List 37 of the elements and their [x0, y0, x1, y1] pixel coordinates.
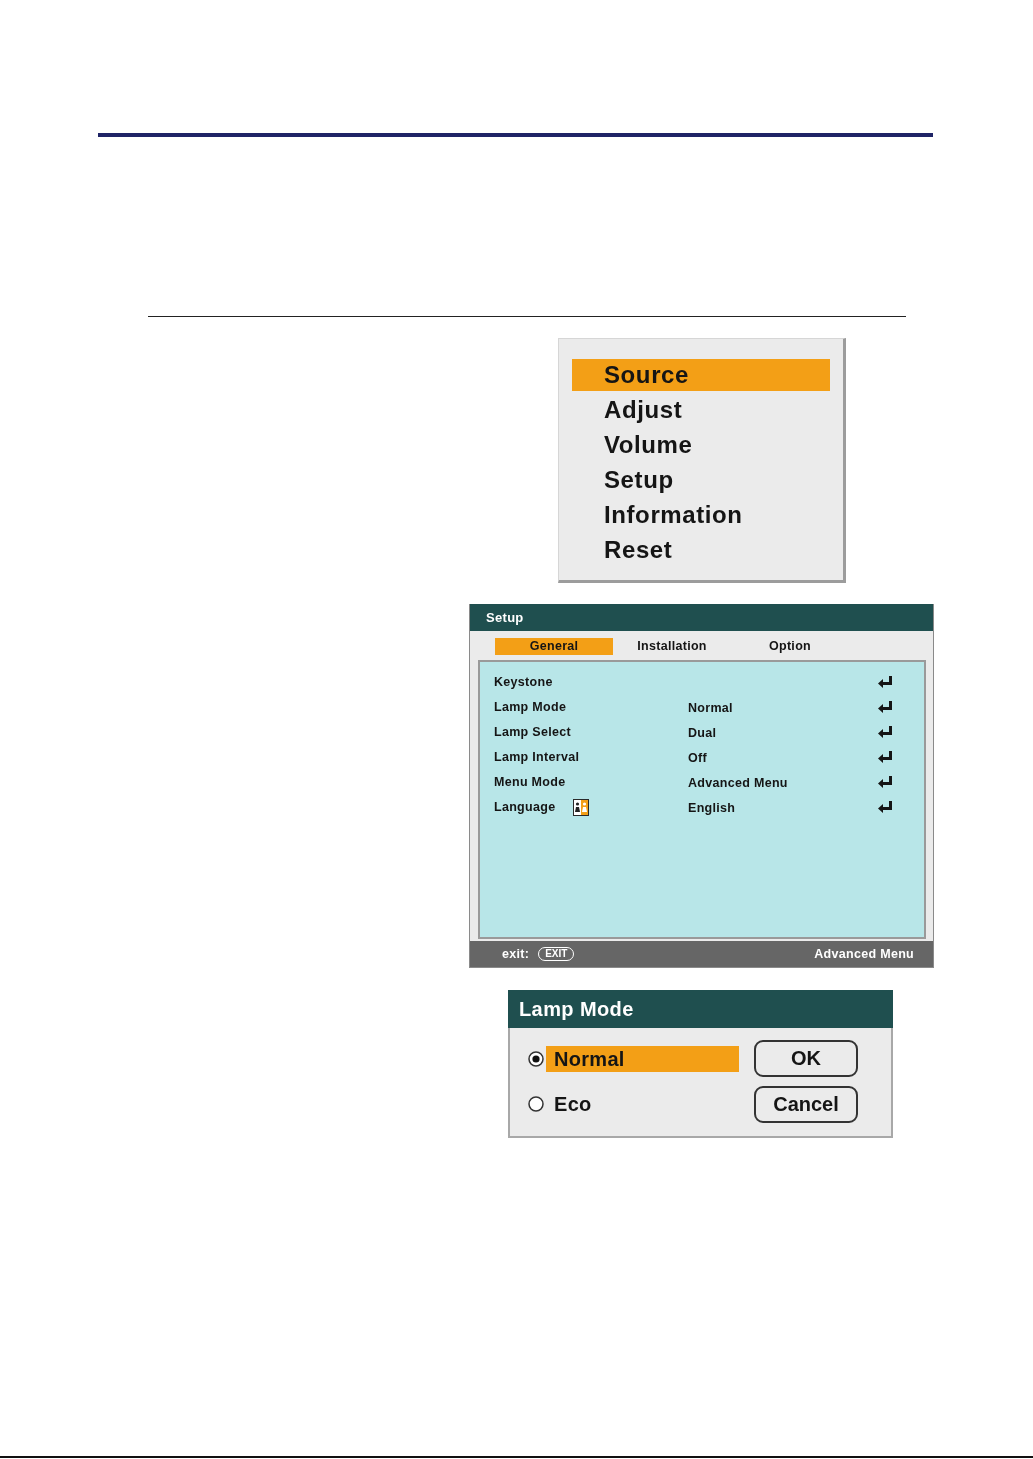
dialog-button[interactable]: Cancel	[754, 1086, 858, 1123]
setting-label[interactable]: Lamp Select	[494, 723, 571, 742]
enter-icon	[878, 726, 892, 739]
window-title: Setup	[470, 604, 933, 631]
radio-button[interactable]	[528, 1051, 544, 1067]
setting-label[interactable]: Language	[494, 798, 556, 817]
setting-value: Off	[688, 751, 707, 766]
setting-value: Dual	[688, 726, 717, 741]
enter-icon	[878, 751, 892, 764]
menu-item[interactable]: Adjust	[572, 394, 830, 426]
setting-label[interactable]: Lamp Mode	[494, 698, 567, 717]
split-tile-icon	[573, 798, 590, 816]
tab[interactable]: General	[495, 638, 613, 655]
setting-label[interactable]: Keystone	[494, 673, 553, 692]
tab[interactable]: Installation	[613, 638, 731, 655]
menu-mode-label: Advanced Menu	[814, 945, 914, 963]
menu-item[interactable]: Source	[572, 359, 830, 391]
dialog-title: Lamp Mode	[508, 990, 893, 1028]
menu-item[interactable]: Setup	[572, 464, 830, 496]
enter-icon	[878, 776, 892, 789]
setting-label[interactable]: Lamp Interval	[494, 748, 580, 767]
dialog-button[interactable]: OK	[754, 1040, 858, 1077]
menu-item[interactable]: Volume	[572, 429, 830, 461]
option-label[interactable]: Eco	[546, 1091, 739, 1117]
menu-item[interactable]: Reset	[572, 534, 830, 566]
exit-label: exit:	[502, 945, 530, 963]
setting-value: English	[688, 801, 736, 816]
enter-icon	[878, 701, 892, 714]
setting-value: Normal	[688, 701, 733, 716]
tab[interactable]: Option	[731, 638, 849, 655]
menu-item[interactable]: Information	[572, 499, 830, 531]
option-label[interactable]: Normal	[546, 1046, 739, 1072]
enter-icon	[878, 801, 892, 814]
setting-label[interactable]: Menu Mode	[494, 773, 566, 792]
enter-icon	[878, 676, 892, 689]
radio-button[interactable]	[528, 1096, 544, 1112]
setting-value: Advanced Menu	[688, 776, 788, 791]
